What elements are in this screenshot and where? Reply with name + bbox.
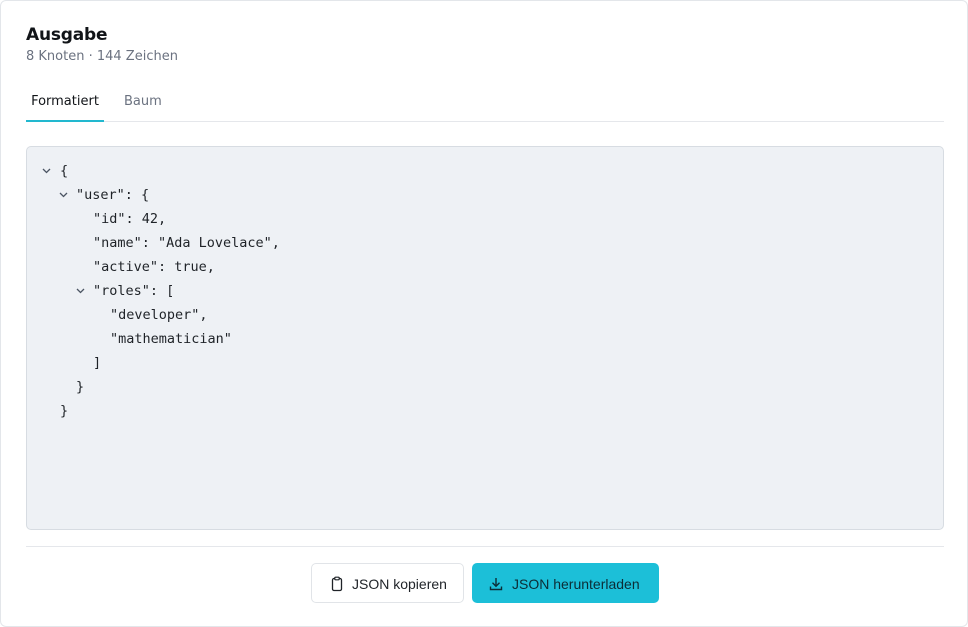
view-tabs: Formatiert Baum bbox=[26, 87, 944, 122]
tab-formatiert[interactable]: Formatiert bbox=[26, 87, 104, 122]
json-line: } bbox=[60, 403, 69, 419]
json-line: "mathematician" bbox=[110, 331, 232, 347]
collapse-roles-chevron-icon[interactable] bbox=[75, 279, 87, 303]
download-json-label: JSON herunterladen bbox=[512, 576, 640, 592]
collapse-user-chevron-icon[interactable] bbox=[58, 183, 70, 207]
collapse-root-chevron-icon[interactable] bbox=[41, 159, 53, 183]
download-json-button[interactable]: JSON herunterladen bbox=[472, 563, 659, 603]
panel-stats: 8 Knoten · 144 Zeichen bbox=[26, 49, 178, 64]
output-panel: Ausgabe 8 Knoten · 144 Zeichen Formatier… bbox=[0, 0, 968, 627]
json-line: "id": 42, bbox=[93, 211, 167, 227]
json-line: "name": "Ada Lovelace", bbox=[93, 235, 280, 251]
json-line: "user": { bbox=[76, 187, 150, 203]
copy-json-label: JSON kopieren bbox=[352, 576, 447, 592]
json-line: { bbox=[60, 163, 69, 179]
json-line: "roles": [ bbox=[93, 283, 175, 299]
copy-json-button[interactable]: JSON kopieren bbox=[311, 563, 464, 603]
json-line: "developer", bbox=[110, 307, 208, 323]
json-line: ] bbox=[93, 355, 102, 371]
panel-title: Ausgabe bbox=[26, 25, 108, 45]
json-line: } bbox=[76, 379, 85, 395]
tab-baum[interactable]: Baum bbox=[124, 87, 162, 122]
json-viewer: { "user": { "id": 42, "name": "Ada Lovel… bbox=[26, 146, 944, 530]
clipboard-icon bbox=[329, 576, 345, 592]
download-icon bbox=[488, 576, 504, 592]
json-line: "active": true, bbox=[93, 259, 215, 275]
footer-divider bbox=[26, 546, 944, 547]
